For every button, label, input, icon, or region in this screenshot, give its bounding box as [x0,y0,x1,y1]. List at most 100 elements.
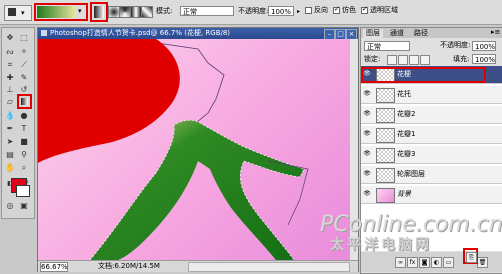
layer-name: 花托 [397,90,411,98]
document-size-info[interactable]: 文档:6.20M/14.5M [98,261,160,272]
dither-checkbox[interactable] [333,5,340,14]
toolbox: ✥ ⬚ ᔓ ✧ ⌗ ⟋ ✚ ✎ ⊥ ↺ ▱ 💧 ● ✒ T ➤ ■ ▤ ⚲ ✋ … [1,27,35,219]
layer-row[interactable]: 👁 花托 [361,86,502,104]
watermark: 太平洋电脑网 [330,237,432,253]
screen-mode-icon[interactable]: ▣ [18,200,30,212]
opacity-input[interactable]: 100% [268,6,294,16]
hand-tool-icon[interactable]: ✋ [4,162,16,174]
panel-bottom-bar: ∞ fx ◙ ◐ ▭ 🗑 [361,252,502,272]
layer-opacity-input[interactable]: 100% [472,41,496,51]
dither-label: 仿色 [342,6,356,14]
layer-style-icon[interactable]: fx [407,257,418,268]
dropdown-arrow-icon[interactable]: ▾ [78,7,82,15]
path-selection-tool-icon[interactable]: ➤ [4,136,16,148]
layer-thumbnail [376,188,395,203]
adjustment-layer-icon[interactable]: ◐ [431,257,442,268]
fill-input[interactable]: 100% [472,54,496,64]
tool-preset-picker[interactable]: ▾ [4,5,32,21]
pen-tool-icon[interactable]: ✒ [4,123,16,135]
layer-thumbnail [376,108,395,123]
marquee-tool-icon[interactable]: ⬚ [18,32,30,44]
layer-thumbnail [376,128,395,143]
reverse-checkbox[interactable] [305,7,312,14]
zoom-field[interactable]: 66.67% [40,262,68,272]
opacity-slider-arrow-icon[interactable]: ▸ [297,8,300,15]
gradient-picker[interactable] [37,6,75,18]
gradient-tool-icon [8,8,16,16]
layer-name: 轮廓图层 [397,170,425,178]
gradient-picker-highlight: ▾ [34,3,88,21]
layer-thumbnail [376,168,395,183]
eye-icon[interactable]: 👁 [363,171,371,177]
notes-tool-icon[interactable]: ▤ [4,149,16,161]
group-folder-icon[interactable]: ▭ [443,257,454,268]
layer-row[interactable]: 👁 花瓣2 [361,106,502,124]
type-tool-icon[interactable]: T [18,123,30,135]
gradient-tool-button[interactable] [17,94,32,109]
new-layer-button[interactable]: ⎘ [466,252,477,263]
canvas[interactable] [38,39,350,260]
lock-transparent-icon[interactable] [387,55,397,65]
diamond-gradient-button[interactable] [141,6,153,18]
lock-label: 锁定: [364,55,381,63]
lasso-tool-icon[interactable]: ᔓ [4,46,16,58]
reverse-label: 反向 [314,6,328,14]
move-tool-icon[interactable]: ✥ [4,32,16,44]
mode-label: 模式: [156,7,173,15]
magic-wand-tool-icon[interactable]: ✧ [18,46,30,58]
eye-icon[interactable]: 👁 [363,131,371,137]
layer-row[interactable]: 👁 背景 [361,186,502,204]
zoom-tool-icon[interactable]: ⌕ [18,162,30,174]
eyedropper-tool-icon[interactable]: ⚲ [18,149,30,161]
new-layer-highlight: ⎘ [463,248,478,264]
layer-name: 花瓣3 [397,150,416,158]
layer-name: 背景 [397,190,411,198]
linear-gradient-button[interactable] [94,6,104,18]
options-bar: ▾ ▾ 模式: 正常 不透明度: 100% ▸ 反向 仿色 透明区域 [0,0,502,25]
horizontal-scrollbar[interactable] [188,262,350,272]
opacity-label: 不透明度: [238,7,269,15]
layer-mask-icon[interactable]: ◙ [419,257,430,268]
layer-name: 花瓣1 [397,130,416,138]
eye-icon[interactable]: 👁 [363,111,371,117]
eye-icon[interactable]: 👁 [363,191,371,197]
mode-select[interactable]: 正常 [180,6,234,16]
crop-tool-icon[interactable]: ⌗ [4,59,16,71]
layer-name: 花瓣2 [397,110,416,118]
slice-tool-icon[interactable]: ⟋ [18,59,30,71]
layer-opacity-label: 不透明度: [440,41,471,49]
brush-tool-icon[interactable]: ✎ [18,72,30,84]
transparency-label: 透明区域 [370,6,398,14]
flower-stem [90,120,304,260]
dodge-tool-icon[interactable]: ● [18,110,30,122]
layer-row[interactable]: 👁 轮廓图层 [361,166,502,184]
tab-layers[interactable]: 图层 [363,29,383,38]
tab-channels[interactable]: 通道 [387,29,407,38]
lock-all-icon[interactable] [420,55,430,65]
layer-row[interactable]: 👁 花瓣1 [361,126,502,144]
background-color-swatch[interactable] [16,185,30,197]
lock-image-icon[interactable] [398,55,408,65]
document-icon [41,30,47,36]
panel-menu-icon[interactable]: ▸≡ [491,28,500,36]
shape-tool-icon[interactable]: ■ [18,136,30,148]
eraser-tool-icon[interactable]: ▱ [4,96,16,108]
link-layers-icon[interactable]: ∞ [395,257,406,268]
quick-mask-icon[interactable]: ◎ [4,200,16,212]
document-title-bar[interactable]: Photoshop打造情人节贺卡.psd@ 66.7% (花梗, RGB/8) … [38,28,358,40]
blend-mode-select[interactable]: 正常 [364,41,410,51]
healing-brush-tool-icon[interactable]: ✚ [4,72,16,84]
eye-icon[interactable]: 👁 [363,151,371,157]
trash-icon[interactable]: 🗑 [477,257,488,268]
lock-position-icon[interactable] [409,55,419,65]
transparency-checkbox[interactable] [361,5,368,14]
clone-stamp-tool-icon[interactable]: ⊥ [4,84,16,96]
panel-tabs: 图层 通道 路径 ▸≡ [361,28,502,38]
blur-tool-icon[interactable]: 💧 [4,110,16,122]
linear-gradient-highlight [90,2,108,22]
dropdown-arrow-icon: ▾ [21,9,25,17]
layer-thumbnail [376,148,395,163]
eye-icon[interactable]: 👁 [363,91,371,97]
layer-row[interactable]: 👁 花瓣3 [361,146,502,164]
tab-paths[interactable]: 路径 [411,29,431,38]
